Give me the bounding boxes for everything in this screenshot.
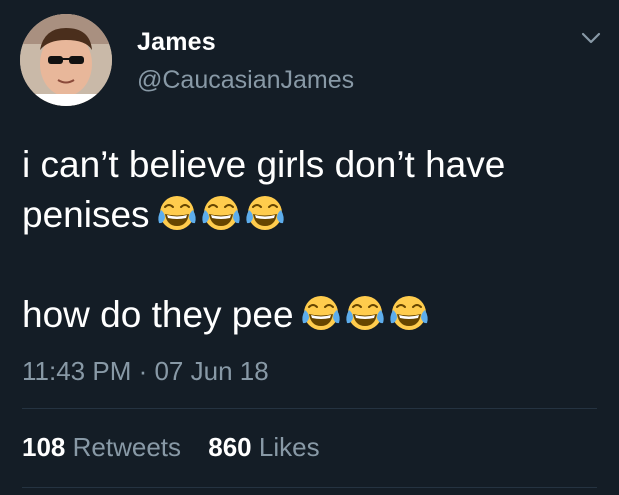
likes-count: 860 bbox=[208, 432, 252, 462]
avatar-photo bbox=[20, 14, 112, 106]
retweets-count: 108 bbox=[22, 432, 66, 462]
tweet-card: James @CaucasianJames i can’t believe gi… bbox=[0, 0, 619, 495]
likes-stat[interactable]: 860 Likes bbox=[208, 432, 319, 463]
tweet-stats: 108 Retweets 860 Likes bbox=[22, 432, 340, 463]
emoji-group-2 bbox=[294, 294, 432, 335]
retweets-label: Retweets bbox=[72, 432, 182, 462]
retweets-stat[interactable]: 108 Retweets bbox=[22, 432, 181, 463]
chevron-down-icon[interactable] bbox=[580, 30, 602, 46]
face-with-tears-of-joy-icon bbox=[200, 195, 241, 231]
face-with-tears-of-joy-icon bbox=[156, 195, 197, 231]
face-with-tears-of-joy-icon bbox=[300, 295, 341, 331]
avatar[interactable] bbox=[20, 14, 112, 106]
display-name[interactable]: James bbox=[137, 28, 216, 57]
likes-label: Likes bbox=[258, 432, 320, 462]
tweet-line-2-text: how do they pee bbox=[22, 294, 294, 335]
divider bbox=[22, 487, 597, 488]
user-handle[interactable]: @CaucasianJames bbox=[137, 66, 354, 95]
face-with-tears-of-joy-icon bbox=[244, 195, 285, 231]
tweet-timestamp[interactable]: 11:43 PM · 07 Jun 18 bbox=[22, 356, 269, 387]
tweet-line-2: how do they pee bbox=[22, 290, 602, 340]
face-with-tears-of-joy-icon bbox=[388, 295, 429, 331]
tweet-text: i can’t believe girls don’t have penises… bbox=[22, 140, 602, 340]
face-with-tears-of-joy-icon bbox=[344, 295, 385, 331]
divider bbox=[22, 408, 597, 409]
emoji-group-1 bbox=[150, 194, 288, 235]
tweet-line-1: i can’t believe girls don’t have penises bbox=[22, 140, 602, 240]
